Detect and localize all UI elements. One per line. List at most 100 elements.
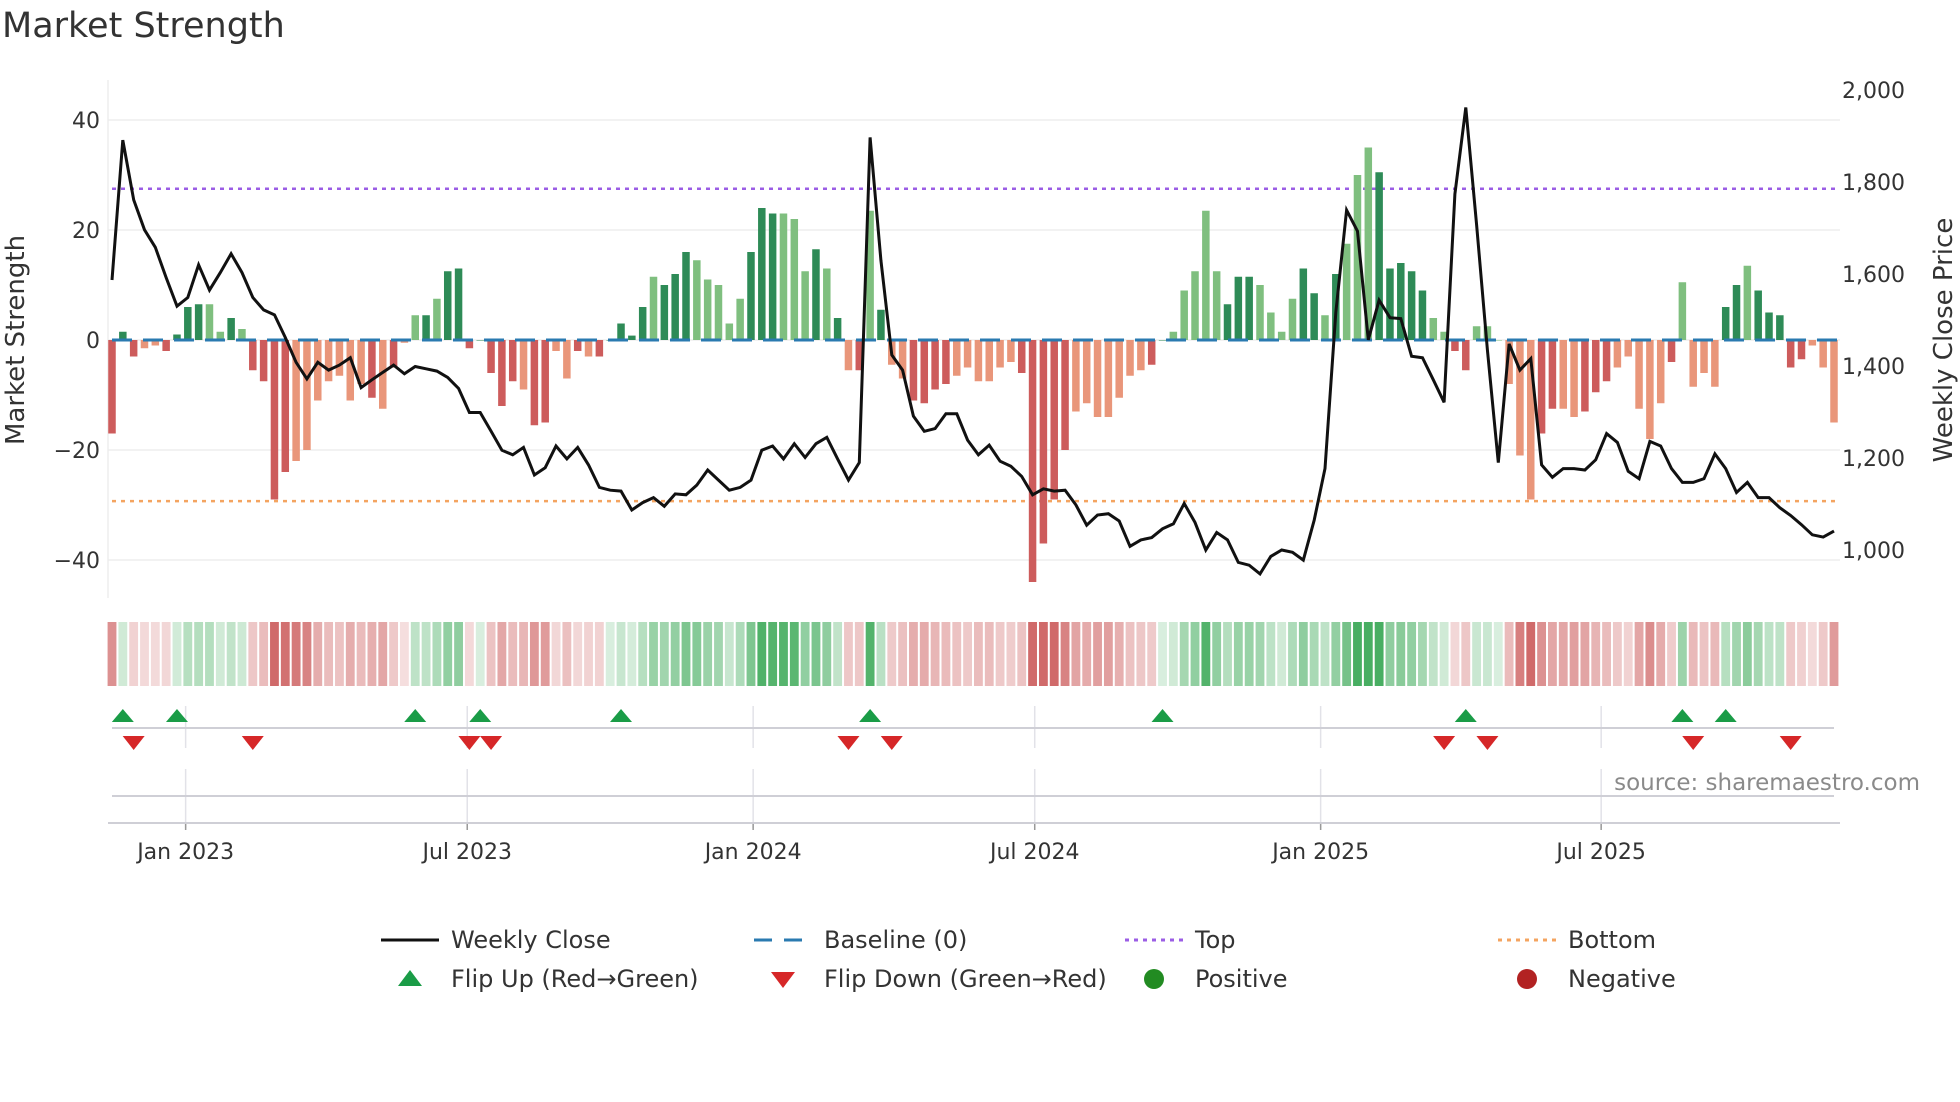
flip-up-marker: [165, 709, 188, 722]
strength-bar: [1147, 340, 1156, 365]
heat-strip-cell: [540, 622, 550, 686]
heat-strip-cell: [1114, 622, 1124, 686]
strength-bar: [1321, 315, 1329, 340]
strength-bar: [1267, 312, 1275, 340]
heat-strip-cell: [616, 622, 626, 686]
heat-strip-cell: [1450, 622, 1460, 686]
flip-down-marker: [122, 736, 145, 750]
strength-bar: [1126, 340, 1134, 376]
strength-bar: [205, 304, 214, 340]
x-tick-label: Jan 2025: [1270, 840, 1369, 865]
heat-strip-cell: [140, 622, 149, 686]
strength-bar: [1137, 340, 1145, 371]
strength-bar: [790, 219, 799, 340]
strength-bar: [747, 252, 755, 340]
flip-up-marker: [111, 709, 134, 722]
legend-label: Flip Up (Red→Green): [451, 965, 699, 993]
market-strength-chart: 40 20 0 −20 −40 2,000 1,800 1,600 1,400 1,200 1,00…: [1, 79, 1959, 993]
strength-bar: [1180, 290, 1188, 340]
heat-strip-cell: [129, 622, 139, 686]
strength-bar: [108, 340, 116, 434]
flip-down-marker: [1682, 736, 1705, 750]
strength-bar: [1797, 340, 1806, 360]
strength-bar: [693, 260, 701, 340]
heat-strip-cell: [1515, 622, 1525, 686]
strength-bar: [1559, 340, 1567, 409]
strength-bar: [1072, 340, 1080, 412]
strength-bar: [573, 340, 582, 351]
heat-strip-cell: [1320, 622, 1330, 686]
legend-label: Negative: [1568, 965, 1676, 993]
heat-strip-cell: [1353, 622, 1362, 686]
strength-bar: [1711, 340, 1719, 387]
strength-bar: [833, 318, 842, 340]
heat-strip-cell: [1569, 622, 1579, 686]
strength-bar: [1743, 265, 1752, 340]
flip-up-marker: [1714, 709, 1737, 722]
strength-bar: [563, 340, 571, 379]
heat-strip-cell: [844, 622, 853, 686]
heat-strip-cell: [1288, 622, 1297, 686]
heat-strip-cell: [529, 622, 539, 686]
y-axis-label: Market Strength: [1, 235, 31, 445]
heat-strip-cell: [1396, 622, 1406, 686]
flip-down-marker: [880, 736, 903, 750]
y-tick-label: 40: [72, 109, 100, 134]
heat-strip-cell: [237, 622, 247, 686]
heat-strip-cell: [952, 622, 962, 686]
strength-bar: [1212, 271, 1221, 340]
legend-item: Baseline (0): [754, 926, 967, 954]
heat-strip-cell: [1060, 622, 1070, 686]
x-tick-label: Jul 2024: [988, 840, 1080, 865]
heat-strip-cell: [1699, 622, 1709, 686]
legend-triangle-down-icon: [771, 972, 795, 988]
strength-bar: [1819, 340, 1827, 368]
heat-strip-cell: [1407, 622, 1417, 686]
heat-strip-cell: [1223, 622, 1232, 686]
heat-strip-cell: [1082, 622, 1092, 686]
heat-strip-cell: [302, 622, 312, 686]
strength-bar: [1635, 340, 1643, 409]
strength-bar: [1602, 340, 1611, 382]
x-tick-label: Jan 2023: [135, 840, 234, 865]
strength-bar: [682, 252, 690, 340]
strength-bar: [1093, 340, 1102, 417]
strength-bar: [227, 318, 235, 340]
heat-strip-cell: [1537, 622, 1546, 686]
strength-bar: [725, 323, 734, 340]
strength-bar: [1808, 340, 1817, 346]
strength-bar: [498, 340, 506, 406]
strength-bar: [736, 298, 744, 340]
heat-strip-cell: [573, 622, 583, 686]
heat-strip-cell: [1331, 622, 1341, 686]
strength-bar: [617, 323, 625, 340]
heat-strip-cell: [757, 622, 767, 686]
strength-bar: [1288, 298, 1297, 340]
heat-strip-cell: [150, 622, 160, 686]
heat-strip-cell: [659, 622, 669, 686]
heat-strip-cell: [1201, 622, 1211, 686]
strength-bar: [1656, 340, 1665, 404]
y2-axis-label: Weekly Close Price: [1929, 218, 1959, 463]
y2-tick-label: 1,200: [1842, 447, 1905, 472]
strength-bar: [823, 268, 831, 340]
heat-strip-cell: [1168, 622, 1178, 686]
heat-strip-cell: [887, 622, 897, 686]
strength-bar: [963, 340, 972, 368]
heat-strip-cell: [811, 622, 821, 686]
heat-strip-cell: [378, 622, 388, 686]
heat-strip-cell: [627, 622, 637, 686]
heat-strip-cell: [854, 622, 864, 686]
heat-strip-cell: [724, 622, 734, 686]
strength-bar: [1234, 276, 1243, 340]
strength-bar: [996, 340, 1004, 368]
heat-strip-cell: [205, 622, 214, 686]
strength-bar: [1007, 340, 1015, 362]
strength-bar: [1700, 340, 1708, 373]
strength-bar: [1202, 210, 1210, 340]
flip-down-marker: [241, 736, 264, 750]
heat-strip-cell: [1418, 622, 1427, 686]
strength-bar: [1050, 340, 1058, 500]
heat-strip-cell: [280, 622, 290, 686]
strength-bar: [1017, 340, 1026, 373]
